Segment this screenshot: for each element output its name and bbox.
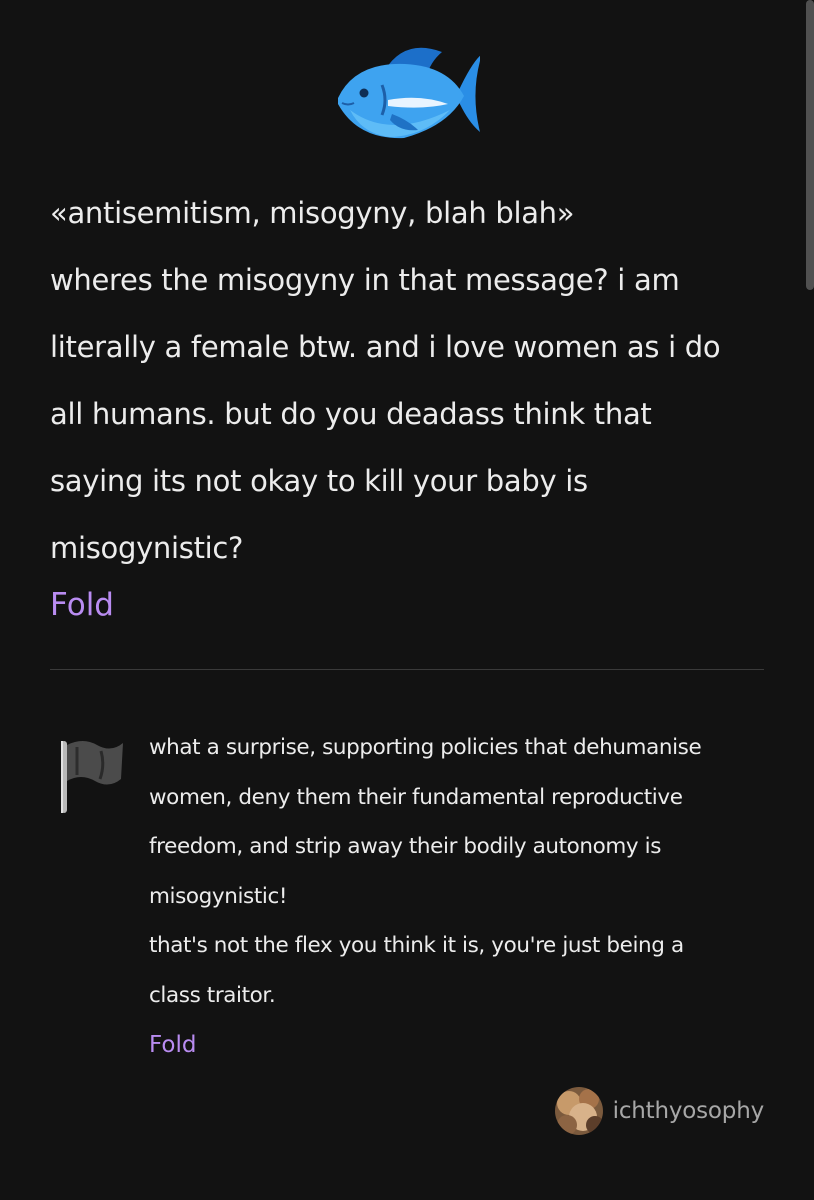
question-line: wheres the misogyny in that message? i a… <box>50 263 680 297</box>
answer-line: class traitor. <box>149 982 276 1008</box>
answer-line: freedom, and strip away their bodily aut… <box>149 834 662 859</box>
divider <box>50 669 764 670</box>
scrollbar[interactable] <box>806 0 814 290</box>
question-line: literally a female btw. and i love women… <box>50 330 721 364</box>
question-line: saying its not okay to kill your baby is <box>50 464 588 498</box>
answer-line: that's not the flex you think it is, you… <box>149 933 684 958</box>
answer-line: women, deny them their fundamental repro… <box>149 784 683 810</box>
answer-line: what a surprise, supporting policies tha… <box>149 735 702 760</box>
black-flag-icon <box>55 735 127 813</box>
question-line: misogynistic? <box>50 531 244 565</box>
question-text: «antisemitism, misogyny, blah blah» wher… <box>50 180 780 582</box>
question-line: all humans. but do you deadass think tha… <box>50 397 652 431</box>
question-line: «antisemitism, misogyny, blah blah» <box>50 196 575 230</box>
answer-line: misogynistic! <box>149 883 288 909</box>
author-link[interactable]: ichthyosophy <box>554 1087 765 1135</box>
fish-icon <box>330 40 480 145</box>
fold-question-link[interactable]: Fold <box>50 580 114 630</box>
author-name[interactable]: ichthyosophy <box>613 1098 765 1124</box>
avatar[interactable] <box>554 1087 603 1135</box>
answer-text: what a surprise, supporting policies tha… <box>149 723 779 1020</box>
fold-answer-link[interactable]: Fold <box>149 1027 196 1063</box>
